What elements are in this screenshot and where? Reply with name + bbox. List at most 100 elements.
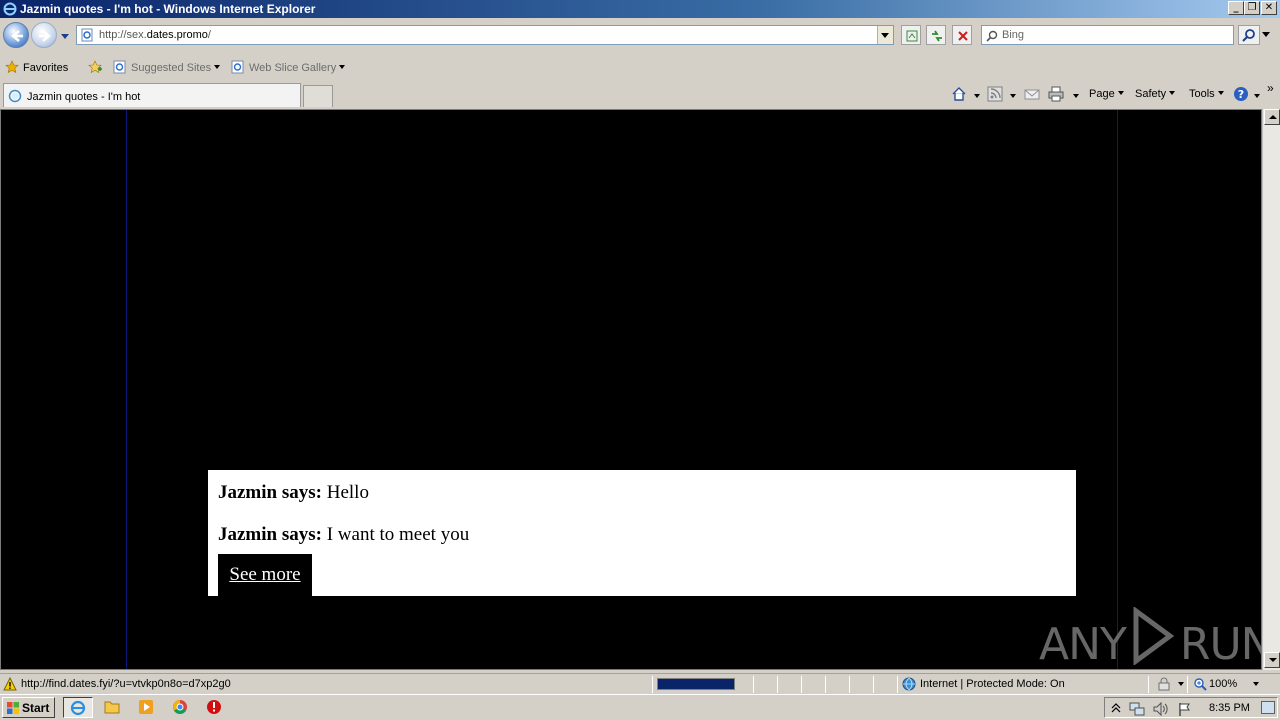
add-to-favorites-bar-button[interactable]	[88, 60, 106, 74]
see-more-link[interactable]: See more	[218, 554, 312, 596]
star-icon	[5, 60, 19, 74]
taskbar-media-player-button[interactable]	[132, 697, 162, 718]
content-border-right	[1117, 110, 1118, 669]
favorites-bar: Favorites Suggested Sites Web Slice Gall…	[0, 53, 1280, 81]
protected-mode-icon[interactable]	[1156, 677, 1172, 691]
taskbar: Start 8:35 PM	[0, 694, 1280, 720]
back-button[interactable]	[3, 22, 29, 48]
forward-arrow-icon	[39, 30, 51, 42]
page-viewport: Jazmin says: Hello Jazmin says: I want t…	[0, 109, 1262, 670]
home-dropdown-icon[interactable]	[974, 94, 980, 98]
vertical-scrollbar[interactable]	[1262, 109, 1280, 670]
back-arrow-icon	[11, 30, 23, 42]
mail-icon[interactable]	[1024, 86, 1040, 102]
favorites-button[interactable]: Favorites	[5, 60, 68, 74]
status-separator	[873, 676, 874, 693]
svg-text:?: ?	[1238, 88, 1244, 101]
ie-page-icon	[231, 60, 244, 74]
refresh-button[interactable]	[926, 25, 946, 45]
loading-icon	[8, 89, 22, 103]
minimize-button[interactable]: _	[1228, 1, 1244, 15]
address-row: http://sex.dates.promo/ Bing	[0, 18, 1280, 53]
history-dropdown-icon[interactable]	[61, 32, 69, 40]
close-button[interactable]: ✕	[1261, 1, 1277, 15]
arrow-up-icon	[1269, 115, 1277, 119]
media-player-icon	[139, 700, 153, 714]
address-dropdown-button[interactable]	[877, 26, 893, 44]
taskbar-explorer-button[interactable]	[98, 697, 128, 718]
search-options-dropdown-icon[interactable]	[1262, 30, 1270, 38]
stop-icon	[958, 31, 968, 41]
zoom-level[interactable]: 100%	[1209, 678, 1237, 690]
scroll-down-button[interactable]	[1264, 652, 1280, 668]
status-separator	[825, 676, 826, 693]
compatibility-view-button[interactable]	[901, 25, 921, 45]
search-button[interactable]	[1238, 25, 1260, 45]
status-separator	[652, 676, 653, 693]
feeds-dropdown-icon[interactable]	[1010, 94, 1016, 98]
rss-feed-icon[interactable]	[987, 86, 1003, 102]
search-placeholder: Bing	[1002, 29, 1025, 41]
status-separator	[777, 676, 778, 693]
network-icon[interactable]	[1129, 701, 1145, 717]
zoom-dropdown-icon[interactable]	[1253, 682, 1259, 686]
tools-menu[interactable]: Tools	[1189, 88, 1224, 100]
progress-fill	[658, 679, 734, 689]
ie-page-icon	[113, 60, 126, 74]
help-icon[interactable]: ?	[1233, 86, 1249, 102]
start-button[interactable]: Start	[2, 697, 55, 718]
clock[interactable]: 8:35 PM	[1209, 702, 1250, 714]
folder-icon	[104, 701, 120, 714]
chat-message: Jazmin says: I want to meet you	[218, 524, 469, 546]
add-favorite-icon	[88, 60, 102, 74]
show-hidden-icons-icon[interactable]	[1111, 702, 1121, 714]
system-tray: 8:35 PM	[1104, 697, 1278, 718]
page-menu[interactable]: Page	[1089, 88, 1124, 100]
chevron-down-icon	[881, 33, 889, 38]
refresh-icon	[932, 30, 942, 42]
stop-sign-icon	[207, 700, 221, 714]
compatibility-icon	[906, 30, 918, 42]
more-commands-button[interactable]: »	[1267, 81, 1274, 95]
taskbar-ie-button[interactable]	[63, 697, 93, 718]
play-logo-icon	[1133, 607, 1175, 665]
chrome-icon	[173, 700, 187, 714]
tab-jazmin-quotes[interactable]: Jazmin quotes - I'm hot	[3, 83, 301, 107]
internet-globe-icon	[902, 677, 916, 691]
forward-button[interactable]	[31, 22, 57, 48]
page-icon	[81, 28, 93, 42]
status-separator	[1187, 676, 1188, 693]
chat-text: I want to meet you	[326, 524, 470, 545]
ie-logo-icon	[3, 2, 17, 16]
chat-speaker: Jazmin says:	[218, 482, 322, 503]
zoom-icon[interactable]	[1193, 677, 1207, 691]
web-slice-gallery-link[interactable]: Web Slice Gallery	[231, 60, 346, 74]
search-input[interactable]: Bing	[981, 25, 1234, 45]
stop-button[interactable]	[952, 25, 972, 45]
show-desktop-button[interactable]	[1261, 701, 1275, 714]
protected-mode-dropdown-icon[interactable]	[1178, 682, 1184, 686]
print-dropdown-icon[interactable]	[1073, 94, 1079, 98]
new-tab-button[interactable]	[303, 85, 333, 107]
print-icon[interactable]	[1048, 86, 1064, 102]
volume-icon[interactable]	[1152, 701, 1168, 717]
content-border-left	[126, 110, 127, 669]
scroll-up-button[interactable]	[1264, 109, 1280, 125]
arrow-down-icon	[1269, 658, 1277, 662]
safety-menu[interactable]: Safety	[1135, 88, 1176, 100]
address-url[interactable]: http://sex.dates.promo/	[99, 29, 211, 41]
action-center-flag-icon[interactable]	[1177, 701, 1193, 717]
address-bar[interactable]: http://sex.dates.promo/	[76, 25, 894, 45]
help-dropdown-icon[interactable]	[1254, 94, 1260, 98]
bing-search-icon	[986, 30, 998, 42]
chat-box: Jazmin says: Hello Jazmin says: I want t…	[208, 470, 1076, 596]
taskbar-opera-button[interactable]	[200, 697, 230, 718]
start-label: Start	[22, 701, 50, 715]
chat-message: Jazmin says: Hello	[218, 482, 369, 504]
tab-label: Jazmin quotes - I'm hot	[27, 91, 141, 103]
taskbar-chrome-button[interactable]	[166, 697, 196, 718]
restore-button[interactable]: ❐	[1244, 1, 1260, 15]
chevron-down-icon	[339, 65, 346, 69]
home-icon[interactable]	[951, 86, 967, 102]
suggested-sites-link[interactable]: Suggested Sites	[113, 60, 221, 74]
